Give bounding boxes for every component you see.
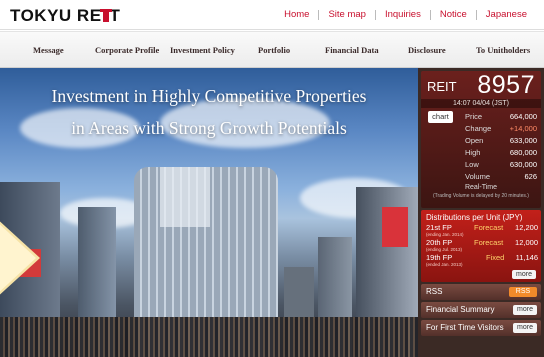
stock-panel: REIT 8957 14:07 04/04 (JST) chart Price 6… [421, 71, 541, 208]
fp-kind: Forecast [474, 238, 504, 247]
top-nav-japanese[interactable]: Japanese [477, 9, 536, 20]
rss-icon: RSS [509, 287, 537, 297]
first-time-visitors-label: For First Time Visitors [426, 323, 504, 332]
signboard-shape [382, 207, 408, 247]
building-shape [160, 167, 210, 227]
distributions-more-button[interactable]: more [512, 270, 536, 279]
stock-value: 680,000 [509, 148, 537, 157]
first-time-visitors-more[interactable]: more [513, 323, 537, 333]
fp-label: 21st FP [426, 223, 452, 232]
stock-time: 14:07 04/04 (JST) [421, 99, 541, 108]
stock-value: +14,000 [509, 124, 537, 133]
stock-label: REIT [427, 79, 457, 94]
fp-label: 19th FP [426, 253, 453, 262]
arrow-icon-inner [0, 219, 36, 297]
stock-value: 630,000 [509, 160, 537, 169]
distributions-title: Distributions per Unit (JPY) [426, 213, 523, 222]
hero-headline-1: Investment in Highly Competitive Propert… [51, 86, 367, 106]
stock-key: Volume [465, 172, 491, 181]
fp-kind: Fixed [486, 253, 505, 262]
logo-text: TOKYU RE [10, 6, 102, 25]
top-nav-notice[interactable]: Notice [431, 9, 476, 20]
financial-summary-more[interactable]: more [513, 305, 537, 315]
top-nav-sitemap[interactable]: Site map [319, 9, 375, 20]
chart-button[interactable]: chart [428, 111, 453, 123]
stock-key: Open [465, 136, 484, 145]
stock-key: Low [465, 160, 479, 169]
stock-key: High [465, 148, 481, 157]
logo-mark-icon [99, 9, 112, 22]
top-nav-home[interactable]: Home [275, 9, 318, 20]
site-header: TOKYU RE T Home Site map Inquiries Notice… [0, 0, 544, 30]
realtime-label: Real-Time [464, 184, 498, 191]
rss-button[interactable]: RSS RSS [421, 284, 541, 300]
stock-value: 626 [524, 172, 537, 181]
fp-period: (ended Jan. 2013) [426, 262, 463, 267]
fp-label: 20th FP [426, 238, 453, 247]
fp-value: 12,000 [515, 238, 538, 247]
financial-summary-label: Financial Summary [426, 305, 495, 314]
hero-banner[interactable]: Investment in Highly Competitive Propert… [0, 68, 418, 357]
main-nav-portfolio[interactable]: Portfolio [258, 45, 290, 55]
fp-period: (ending Jul. 2013) [426, 247, 463, 252]
fp-period: (ending Jan. 2014) [426, 232, 464, 237]
page-root: TOKYU RE T Home Site map Inquiries Notice… [0, 0, 544, 357]
distributions-panel: Distributions per Unit (JPY) 21st FP (en… [421, 210, 541, 282]
fp-value: 12,200 [515, 223, 538, 232]
fp-value: 11,146 [515, 253, 538, 262]
stock-code: 8957 [477, 71, 535, 99]
crowd-shape [0, 317, 418, 357]
financial-summary-button[interactable]: Financial Summary more [421, 302, 541, 318]
hero-headline-2: in Areas with Strong Growth Potentials [71, 118, 347, 138]
main-nav-message[interactable]: Message [33, 45, 64, 55]
main-nav-investment-policy[interactable]: Investment Policy [170, 45, 235, 55]
volume-note: (Trading Volume is delayed by 20 minutes… [433, 193, 529, 199]
main-nav-disclosure[interactable]: Disclosure [408, 45, 446, 55]
main-nav-to-unitholders[interactable]: To Unitholders [476, 45, 530, 55]
stock-key: Price [465, 112, 483, 121]
sidebar: REIT 8957 14:07 04/04 (JST) chart Price 6… [418, 68, 544, 357]
top-nav: Home Site map Inquiries Notice Japanese [275, 9, 536, 20]
main-nav-corporate-profile[interactable]: Corporate Profile [95, 45, 159, 55]
fp-kind: Forecast [474, 223, 504, 232]
main-nav: Message Corporate Profile Investment Pol… [0, 31, 544, 68]
top-nav-inquiries[interactable]: Inquiries [376, 9, 430, 20]
stock-value: 633,000 [509, 136, 537, 145]
rss-label: RSS [426, 287, 443, 296]
main-nav-financial-data[interactable]: Financial Data [325, 45, 379, 55]
stock-value: 664,000 [509, 112, 537, 121]
stock-key: Change [465, 124, 492, 133]
site-logo[interactable]: TOKYU RE T [10, 6, 120, 26]
first-time-visitors-button[interactable]: For First Time Visitors more [421, 320, 541, 336]
